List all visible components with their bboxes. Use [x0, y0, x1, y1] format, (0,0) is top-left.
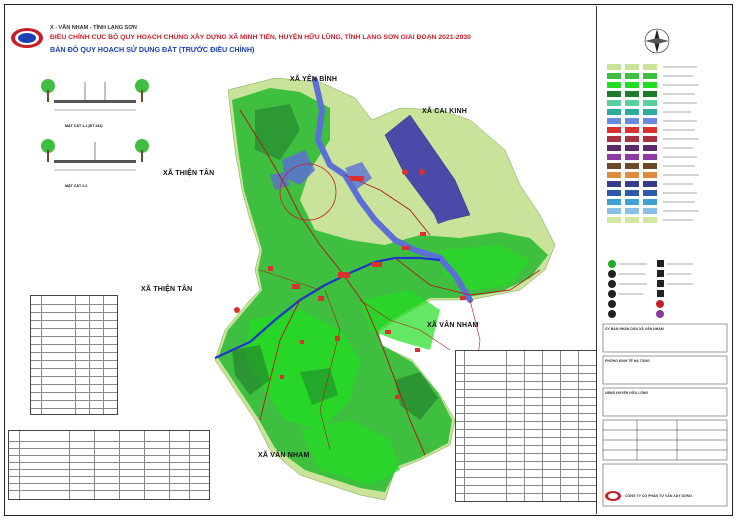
- legend-swatches: [607, 64, 657, 223]
- approval-company: CÔNG TY CỔ PHẦN TƯ VẤN XÂY DỰNG: [625, 494, 693, 498]
- cross-section-2-label: MẶT CẮT 2-2: [65, 184, 88, 188]
- approval-district: UBND HUYỆN HỮU LŨNG: [605, 391, 649, 395]
- cross-section-1: [40, 72, 150, 122]
- header-project-title: ĐIỀU CHỈNH CỤC BỘ QUY HOẠCH CHUNG XÂY DỰ…: [50, 34, 471, 41]
- legend-panel: ỦY BAN NHÂN DÂN XÃ VÂN NHAM PHÒNG KINH T…: [596, 6, 731, 514]
- approval-frame: [602, 323, 728, 507]
- header-location: X - VĂN NHAM - TỈNH LẠNG SƠN: [50, 25, 137, 31]
- legend-text-lines: [663, 66, 699, 221]
- left-table-2: [8, 430, 210, 500]
- cross-section-2: [40, 132, 150, 182]
- approval-commune: ỦY BAN NHÂN DÂN XÃ VÂN NHAM: [605, 327, 664, 331]
- label-thien-tan-1: XÃ THIỆN TÂN: [163, 170, 215, 177]
- map-sheet: X - VĂN NHAM - TỈNH LẠNG SƠN ĐIỀU CHỈNH …: [0, 0, 739, 522]
- company-logo: [11, 28, 43, 48]
- cross-section-1-label: MẶT CẮT 1-1 (ĐT 242): [65, 124, 103, 128]
- north-arrow-icon: [644, 28, 670, 54]
- company-logo-bottom: [605, 491, 621, 501]
- label-cai-kinh: XÃ CAI KINH: [422, 108, 467, 115]
- label-van-nham-2: XÃ VÂN NHAM: [258, 452, 310, 459]
- header-map-title: BẢN ĐỒ QUY HOẠCH SỬ DỤNG ĐẤT (TRƯỚC ĐIỀU…: [50, 45, 255, 54]
- label-van-nham-1: XÃ VÂN NHAM: [427, 322, 479, 329]
- label-yen-binh: XÃ YÊN BÌNH: [290, 76, 338, 83]
- label-thien-tan-2: XÃ THIỆN TÂN: [141, 286, 193, 293]
- legend-graphic: [602, 28, 728, 507]
- approval-department: PHÒNG KINH TẾ HẠ TẦNG: [605, 359, 650, 363]
- left-table-1: [30, 295, 118, 415]
- symbol-legend: [608, 260, 693, 318]
- land-use-table: [455, 350, 597, 502]
